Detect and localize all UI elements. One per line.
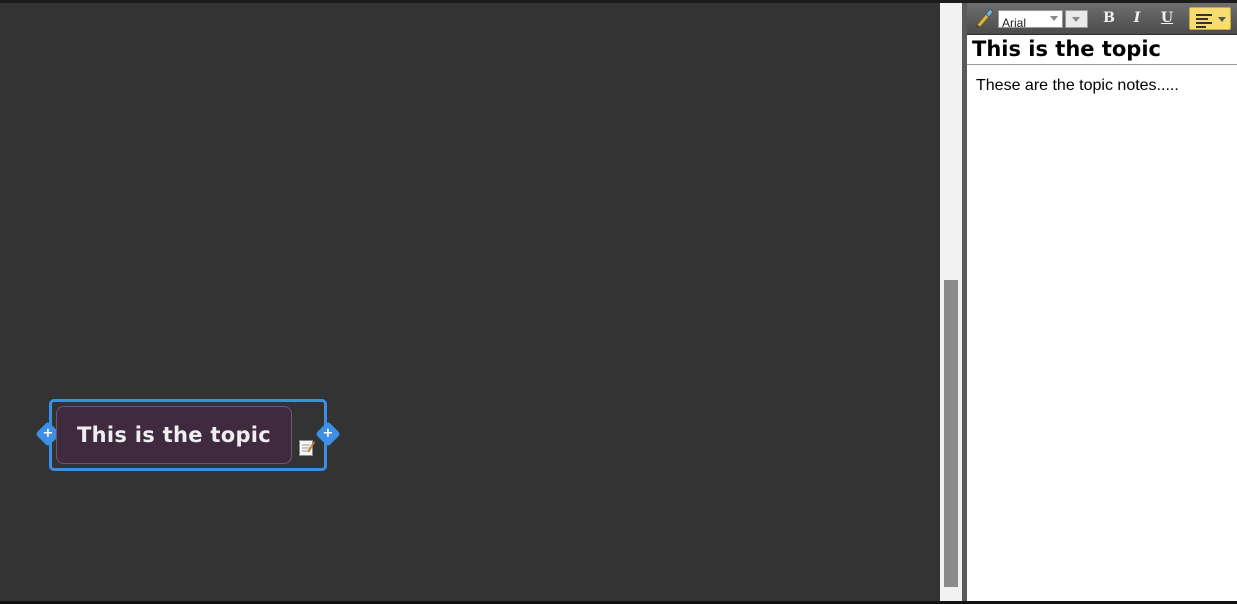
notes-toolbar: Arial B I U — [967, 3, 1237, 35]
chevron-down-icon — [1072, 17, 1080, 22]
title-divider — [967, 64, 1237, 65]
topic-node[interactable]: + This is the topic + — [35, 399, 341, 471]
notes-title[interactable]: This is the topic — [972, 37, 1237, 61]
font-family-value: Arial — [1002, 16, 1027, 28]
plus-icon: + — [322, 426, 334, 441]
topic-label[interactable]: This is the topic — [56, 406, 292, 464]
align-left-icon — [1196, 14, 1212, 28]
chevron-down-icon — [1218, 17, 1226, 22]
font-size-select[interactable] — [1065, 10, 1088, 28]
underline-button[interactable]: U — [1155, 7, 1179, 30]
notes-icon[interactable] — [299, 439, 315, 456]
add-right-topic-button[interactable]: + — [315, 421, 341, 447]
plus-icon: + — [42, 426, 54, 441]
bold-button[interactable]: B — [1097, 7, 1121, 30]
brush-icon[interactable] — [971, 7, 995, 30]
font-family-select[interactable]: Arial — [998, 10, 1063, 28]
italic-button[interactable]: I — [1125, 7, 1149, 30]
vertical-scrollbar[interactable] — [940, 3, 962, 601]
notes-body[interactable]: These are the topic notes..... — [976, 77, 1231, 95]
mind-map-canvas[interactable]: + This is the topic + — [0, 3, 940, 601]
scrollbar-thumb[interactable] — [944, 280, 958, 587]
chevron-down-icon — [1050, 16, 1058, 21]
align-button[interactable] — [1189, 7, 1231, 30]
notes-panel: Arial B I U This is the topic These are … — [967, 3, 1237, 601]
